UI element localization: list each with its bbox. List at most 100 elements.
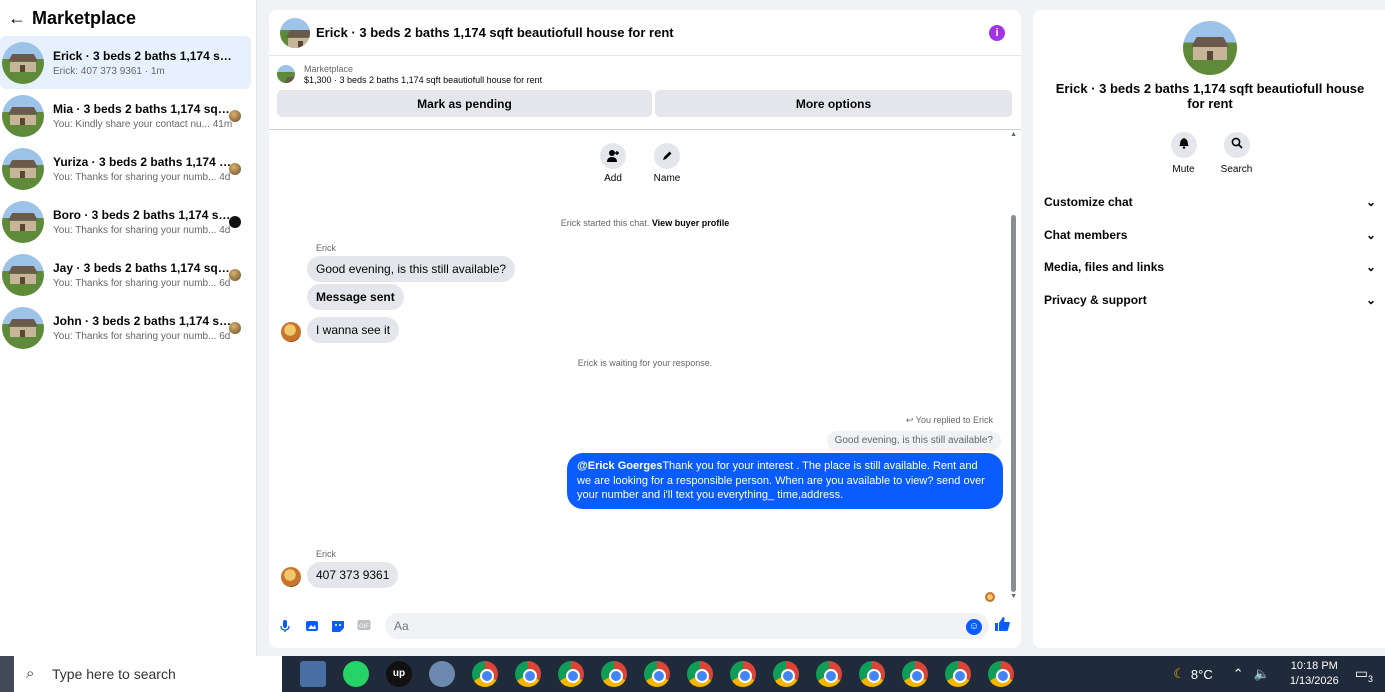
chrome-icon[interactable] [515, 661, 541, 687]
microphone-icon[interactable] [278, 619, 292, 633]
listing-thumbnail [2, 306, 44, 349]
chrome-icon[interactable] [773, 661, 799, 687]
seen-avatar [229, 110, 241, 122]
seen-avatar [229, 163, 241, 175]
windows-taskbar: ⌕ Type here to search up ☾ 8°C ⌃ 🔈 10:18… [0, 656, 1385, 692]
quoted-message[interactable]: Good evening, is this still available? [826, 431, 1001, 451]
sidebar-header: ← Marketplace [0, 0, 256, 36]
chrome-icon[interactable] [816, 661, 842, 687]
erick-avatar[interactable] [281, 322, 301, 342]
date: 1/13/2026 [1289, 675, 1339, 687]
listing-thumbnail [2, 200, 44, 243]
chrome-icon[interactable] [687, 661, 713, 687]
listing-source: Marketplace [304, 63, 354, 74]
notification-count: 3 [1367, 673, 1373, 684]
message-bubble[interactable]: Message sent [307, 284, 404, 310]
chrome-icon[interactable] [859, 661, 885, 687]
emoji-icon[interactable]: ☺ [966, 619, 982, 635]
conversation-item-jay[interactable]: Jay · 3 beds 2 baths 1,174 sqft b... You… [0, 248, 251, 301]
erick-avatar[interactable] [281, 567, 301, 587]
chrome-icon[interactable] [730, 661, 756, 687]
photo-icon[interactable] [305, 619, 319, 633]
details-actions: Mute Search [1167, 132, 1253, 175]
scrollbar[interactable] [1011, 215, 1016, 592]
taskbar-search-text: Type here to search [52, 666, 176, 682]
media-files-links-section[interactable]: Media, files and links ⌄ [1044, 253, 1376, 281]
chat-panel: Erick · 3 beds 2 baths 1,174 sqft beauti… [269, 10, 1021, 648]
customize-chat-section[interactable]: Customize chat ⌄ [1044, 188, 1376, 216]
conversation-item-boro[interactable]: Boro · 3 beds 2 baths 1,174 sqft ... You… [0, 195, 251, 248]
mute-label: Mute [1172, 164, 1195, 175]
chat-avatar[interactable] [280, 17, 310, 48]
scroll-down-arrow-icon[interactable]: ▼ [1010, 593, 1017, 600]
conversation-name: Yuriza · 3 beds 2 baths 1,174 sqft... [53, 154, 233, 169]
arrow-left-icon[interactable]: ← [8, 8, 30, 29]
conversation-name: Erick · 3 beds 2 baths 1,174 sqft be... [53, 48, 233, 63]
chevron-up-icon[interactable]: ⌃ [1233, 666, 1244, 682]
message-bubble[interactable]: Good evening, is this still available? [307, 256, 516, 282]
conversation-name: Mia · 3 beds 2 baths 1,174 sqft b... [53, 101, 233, 116]
sent-message-bubble[interactable]: @Erick GoergesThank you for your interes… [567, 453, 1003, 509]
message-bubble[interactable]: I wanna see it [307, 317, 400, 343]
conversation-item-john[interactable]: John · 3 beds 2 baths 1,174 sqft ... You… [0, 301, 251, 354]
conversation-item-mia[interactable]: Mia · 3 beds 2 baths 1,174 sqft b... You… [0, 89, 251, 142]
chat-details-panel: Erick · 3 beds 2 baths 1,174 sqft beauti… [1033, 10, 1385, 648]
scroll-up-arrow-icon[interactable]: ▲ [1010, 131, 1017, 138]
app-icon[interactable] [429, 661, 455, 687]
chat-started-notice: Erick started this chat. View buyer prof… [269, 218, 1021, 228]
message-bubble[interactable]: 407 373 9361 [307, 562, 399, 588]
listing-price-title: $1,300 · 3 beds 2 baths 1,174 sqft beaut… [304, 74, 543, 85]
chrome-icon[interactable] [902, 661, 928, 687]
seen-avatar [229, 269, 241, 281]
add-people-button[interactable]: Add [597, 143, 629, 184]
chrome-icon[interactable] [644, 661, 670, 687]
view-buyer-profile-link[interactable]: View buyer profile [652, 218, 729, 228]
listing-thumbnail [277, 65, 295, 83]
weather-moon-icon[interactable]: ☾ [1173, 666, 1185, 682]
start-button[interactable] [0, 656, 14, 692]
reply-arrow-icon: ↩ [905, 415, 914, 425]
chrome-icon[interactable] [558, 661, 584, 687]
volume-icon[interactable]: 🔈 [1254, 666, 1270, 682]
conversation-preview: You: Thanks for sharing your numb... 6d [53, 330, 231, 342]
replied-to-text: You replied to Erick [915, 415, 993, 425]
mute-button[interactable]: Mute [1167, 132, 1200, 175]
temperature[interactable]: 8°C [1191, 667, 1213, 682]
message-input[interactable] [385, 613, 989, 639]
listing-banner[interactable]: Marketplace $1,300 · 3 beds 2 baths 1,17… [269, 56, 1021, 92]
info-icon[interactable]: i [989, 25, 1005, 41]
conversation-item-yuriza[interactable]: Yuriza · 3 beds 2 baths 1,174 sqft... Yo… [0, 142, 251, 195]
privacy-support-section[interactable]: Privacy & support ⌄ [1044, 286, 1376, 314]
sender-name: Erick [316, 549, 336, 559]
chrome-icon[interactable] [988, 661, 1014, 687]
gif-icon[interactable]: GIF [357, 619, 371, 633]
notifications-icon[interactable]: ▭3 [1355, 665, 1373, 684]
conversation-item-erick[interactable]: Erick · 3 beds 2 baths 1,174 sqft be... … [0, 36, 251, 89]
taskbar-search[interactable]: ⌕ Type here to search [14, 656, 282, 692]
time: 10:18 PM [1290, 660, 1338, 672]
name-chat-button[interactable]: Name [651, 143, 683, 184]
chrome-icon[interactable] [945, 661, 971, 687]
search-in-chat-button[interactable]: Search [1220, 132, 1253, 175]
details-title: Erick · 3 beds 2 baths 1,174 sqft beauti… [1055, 81, 1365, 111]
thumbs-up-icon[interactable] [994, 616, 1011, 637]
listing-thumbnail [2, 94, 44, 137]
listing-thumbnail [2, 147, 44, 190]
whatsapp-icon[interactable] [343, 661, 369, 687]
listing-actions: Mark as pending More options [269, 90, 1021, 117]
chat-title[interactable]: Erick · 3 beds 2 baths 1,174 sqft beauti… [316, 25, 674, 40]
sticker-icon[interactable] [331, 619, 345, 633]
chrome-icon[interactable] [472, 661, 498, 687]
bell-icon [1170, 132, 1197, 158]
upwork-icon[interactable]: up [386, 661, 412, 687]
mention[interactable]: @Erick Goerges [577, 460, 662, 472]
more-options-button[interactable]: More options [655, 90, 1012, 117]
clock[interactable]: 10:18 PM 1/13/2026 [1290, 659, 1339, 689]
chevron-down-icon: ⌄ [1365, 260, 1376, 274]
chrome-icon[interactable] [601, 661, 627, 687]
mark-as-pending-button[interactable]: Mark as pending [277, 90, 652, 117]
calculator-icon[interactable] [300, 661, 326, 687]
conversation-preview: You: Kindly share your contact nu... 41m [53, 118, 233, 130]
chat-members-section[interactable]: Chat members ⌄ [1044, 221, 1376, 249]
pencil-icon [654, 143, 680, 169]
